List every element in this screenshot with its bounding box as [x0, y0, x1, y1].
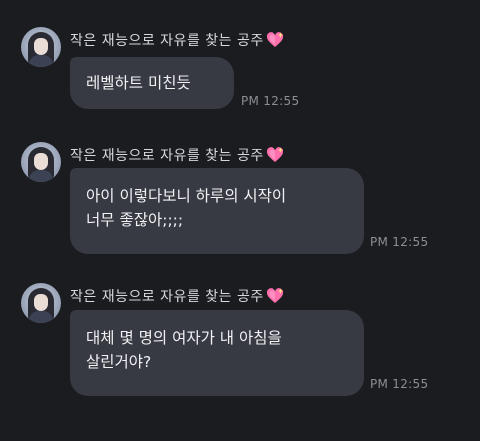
timestamp: PM 12:55 [370, 235, 429, 249]
sparkling-heart-icon [266, 147, 283, 162]
message-bubble[interactable]: 레벨하트 미친듯 [70, 57, 234, 109]
message-text-line-1: 아이 이렇다보니 하루의 시작이 [86, 187, 287, 205]
message-text-line-2: 너무 좋잖아;;;; [86, 211, 184, 229]
message-bubble[interactable]: 대체 몇 명의 여자가 내 아침을 살린거야? [70, 310, 364, 396]
sender-name: 작은 재능으로 자유를 찾는 공주 [70, 145, 284, 165]
timestamp: PM 12:55 [241, 94, 300, 108]
sender-name: 작은 재능으로 자유를 찾는 공주 [70, 286, 284, 306]
avatar[interactable] [21, 142, 61, 182]
message-text: 레벨하트 미친듯 [86, 74, 191, 92]
message-text-line-2: 살린거야? [86, 353, 152, 371]
timestamp: PM 12:55 [370, 377, 429, 391]
sender-name-text: 작은 재능으로 자유를 찾는 공주 [70, 33, 264, 49]
avatar[interactable] [21, 283, 61, 323]
sparkling-heart-icon [266, 288, 283, 303]
message-text-line-1: 대체 몇 명의 여자가 내 아침을 [86, 329, 282, 347]
sender-name: 작은 재능으로 자유를 찾는 공주 [70, 30, 284, 50]
message-bubble[interactable]: 아이 이렇다보니 하루의 시작이 너무 좋잖아;;;; [70, 168, 364, 254]
sender-name-text: 작은 재능으로 자유를 찾는 공주 [70, 148, 264, 164]
avatar[interactable] [21, 27, 61, 67]
sender-name-text: 작은 재능으로 자유를 찾는 공주 [70, 289, 264, 305]
sparkling-heart-icon [266, 32, 283, 47]
